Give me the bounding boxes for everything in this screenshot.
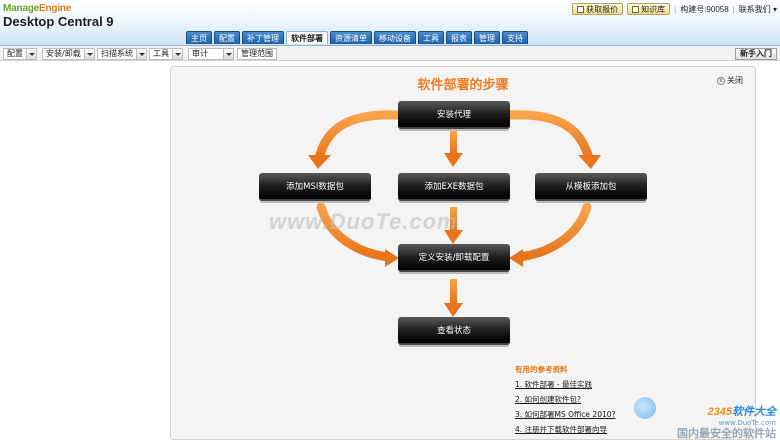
arrow-head xyxy=(308,155,331,169)
watermark-text: www.DuoTe.com xyxy=(269,209,458,234)
arrow-config-to-status xyxy=(450,279,457,304)
brand-slogan: 国内最安全的软件站 xyxy=(677,427,776,440)
tab-tools[interactable]: 工具 xyxy=(418,31,444,44)
chevron-down-icon xyxy=(84,48,95,60)
main-tabs: 主页 配置 补丁管理 软件部署 资源清单 移动设备 工具 报表 管理 支持 xyxy=(186,31,528,44)
arrow-head xyxy=(444,303,463,317)
sub-navigation: 配置 安装/卸载 扫描系统 工具 审计 管理范围 新手入门 xyxy=(0,45,780,61)
step-add-exe-package[interactable]: 添加EXE数据包 xyxy=(398,173,510,201)
arrow-head xyxy=(509,249,523,267)
chevron-down-icon xyxy=(137,48,147,60)
tab-mobile-devices[interactable]: 移动设备 xyxy=(374,31,416,44)
step-add-msi-package[interactable]: 添加MSI数据包 xyxy=(259,173,371,201)
step-add-from-template[interactable]: 从模板添加包 xyxy=(535,173,647,201)
contact-us-label: 联系我们 xyxy=(738,4,771,14)
arrow-head xyxy=(444,153,463,167)
step-define-config[interactable]: 定义安装/卸载配置 xyxy=(398,244,510,272)
app-header: ManageEngine Desktop Central 9 获取报价 知识库 … xyxy=(0,0,780,45)
arrow-agent-to-exe xyxy=(450,130,457,154)
tab-reports[interactable]: 报表 xyxy=(446,31,472,44)
build-number: 构建号:90058 xyxy=(680,4,729,14)
top-utility-bar: 获取报价 知识库 | 构建号:90058 | 联系我们 ▾ xyxy=(572,3,777,15)
config-dropdown-label: 配置 xyxy=(3,48,27,60)
brand-watermark: 2345软件大全 www.DuoTe.com xyxy=(708,403,776,427)
reference-link-best-practices[interactable]: 1. 软件部署 - 最佳实践 xyxy=(515,380,592,389)
config-dropdown[interactable]: 配置 xyxy=(3,48,37,60)
get-quote-label: 获取报价 xyxy=(586,4,619,14)
install-uninstall-dropdown[interactable]: 安装/卸载 xyxy=(42,48,95,60)
get-quote-button[interactable]: 获取报价 xyxy=(572,3,624,15)
list-item: 3. 如何部署MS Office 2010? xyxy=(515,409,616,420)
install-uninstall-label: 安装/卸载 xyxy=(42,48,85,60)
manage-scope-button[interactable]: 管理范围 xyxy=(237,48,277,60)
tab-support[interactable]: 支持 xyxy=(502,31,528,44)
quote-icon xyxy=(577,5,585,13)
arrow-agent-to-template xyxy=(506,110,594,164)
separator: | xyxy=(674,4,677,14)
arrow-head xyxy=(578,155,601,169)
mascot-logo-icon xyxy=(634,397,656,419)
references-section: 有用的参考资料 1. 软件部署 - 最佳实践 2. 如何创建软件包? 3. 如何… xyxy=(515,364,616,439)
logo-engine-text: Engine xyxy=(39,3,72,14)
brand-name-text: 软件大全 xyxy=(732,406,776,418)
audit-dropdown[interactable]: 审计 xyxy=(188,48,234,60)
references-title: 有用的参考资料 xyxy=(515,365,568,374)
quick-start-button[interactable]: 新手入门 xyxy=(735,48,777,60)
deployment-steps-panel: 软件部署的步骤 x 关闭 安装代理 添加MSI数据包 添加EXE数据包 从模板添… xyxy=(170,66,756,440)
chevron-down-icon xyxy=(224,48,234,60)
tab-admin[interactable]: 管理 xyxy=(474,31,500,44)
tools-dropdown[interactable]: 工具 xyxy=(149,48,183,60)
step-view-status[interactable]: 查看状态 xyxy=(398,317,510,345)
tools-dropdown-label: 工具 xyxy=(149,48,173,60)
chevron-down-icon xyxy=(173,48,183,60)
step-install-agent[interactable]: 安装代理 xyxy=(398,101,510,129)
tab-inventory[interactable]: 资源清单 xyxy=(330,31,372,44)
book-icon xyxy=(632,5,640,13)
manageengine-logo: ManageEngine xyxy=(3,3,71,14)
arrow-template-to-config xyxy=(514,202,592,262)
tab-home[interactable]: 主页 xyxy=(186,31,212,44)
knowledge-base-label: 知识库 xyxy=(641,4,666,14)
brand-name: 2345软件大全 xyxy=(708,403,776,419)
reference-link-register-download[interactable]: 4. 注册并下载软件部署向导 xyxy=(515,425,607,434)
tab-patch-management[interactable]: 补丁管理 xyxy=(242,31,284,44)
knowledge-base-button[interactable]: 知识库 xyxy=(627,3,671,15)
references-list: 1. 软件部署 - 最佳实践 2. 如何创建软件包? 3. 如何部署MS Off… xyxy=(515,379,616,435)
arrow-agent-to-msi xyxy=(314,110,402,164)
list-item: 4. 注册并下载软件部署向导 xyxy=(515,424,616,435)
scan-system-label: 扫描系统 xyxy=(97,48,137,60)
product-name: Desktop Central 9 xyxy=(3,14,114,29)
brand-name-number: 2345 xyxy=(707,406,732,418)
reference-link-create-package[interactable]: 2. 如何创建软件包? xyxy=(515,395,581,404)
tab-software-deployment[interactable]: 软件部署 xyxy=(286,31,328,44)
scan-system-dropdown[interactable]: 扫描系统 xyxy=(97,48,147,60)
logo-manage-text: Manage xyxy=(3,3,40,14)
reference-link-deploy-office[interactable]: 3. 如何部署MS Office 2010? xyxy=(515,410,616,419)
list-item: 2. 如何创建软件包? xyxy=(515,394,616,405)
chevron-down-icon xyxy=(27,48,37,60)
list-item: 1. 软件部署 - 最佳实践 xyxy=(515,379,616,390)
arrow-head xyxy=(385,249,399,267)
contact-us-link[interactable]: 联系我们 ▾ xyxy=(739,4,777,15)
separator: | xyxy=(732,4,735,14)
audit-dropdown-label: 审计 xyxy=(188,48,224,60)
tab-configuration[interactable]: 配置 xyxy=(214,31,240,44)
chevron-down-icon: ▾ xyxy=(772,4,777,14)
